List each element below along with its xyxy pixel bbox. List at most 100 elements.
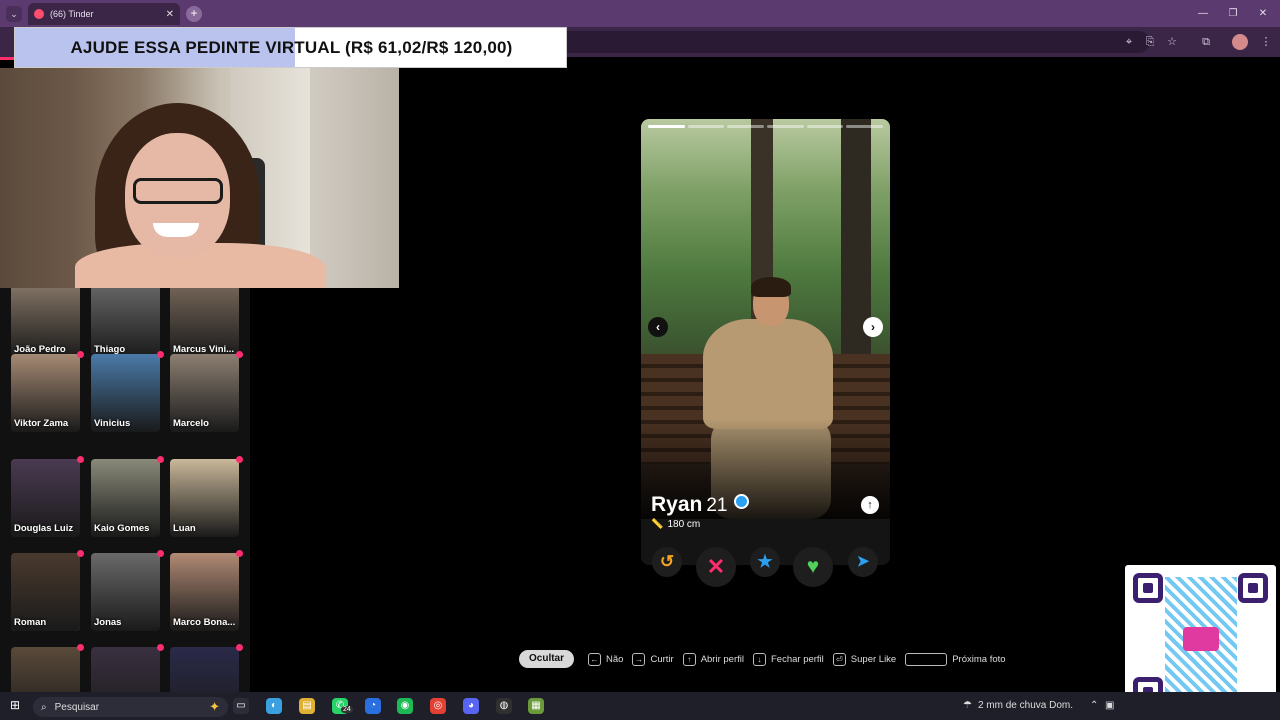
match-card[interactable]: Roman [11, 553, 80, 631]
shortcut-label: Não [606, 653, 624, 665]
donation-text: AJUDE ESSA PEDINTE VIRTUAL (R$ 61,02/R$ … [70, 38, 513, 57]
keyboard-shortcuts-bar: Ocultar ← Não → Curtir ↑ Abrir perfil ↓ Fechar … [519, 649, 1015, 669]
verified-badge-icon [733, 494, 749, 509]
obs-icon[interactable]: ◍ [496, 698, 512, 714]
boost-button[interactable]: ➤ [848, 547, 878, 577]
match-card[interactable] [91, 647, 160, 692]
match-card[interactable] [11, 647, 80, 692]
new-match-dot [77, 550, 84, 557]
photo-segment [648, 125, 685, 128]
task-view-icon[interactable]: ▭ [233, 698, 249, 714]
shortcut-label: Próxima foto [952, 653, 1006, 665]
match-photo [11, 647, 80, 692]
profile-avatar[interactable] [1232, 34, 1248, 50]
match-card[interactable]: Marcelo [170, 354, 239, 432]
profile-age: 21 [706, 495, 728, 516]
shortcut-key-icon: → [632, 652, 646, 666]
tab-search-dropdown-icon[interactable]: ⌄ [6, 6, 22, 22]
discord-icon[interactable]: ◕ [463, 698, 479, 714]
match-name: Viktor Zama [14, 418, 69, 429]
shortcut-key-icon: ⏎ [832, 652, 846, 666]
tray-chevron-icon[interactable]: ⌃ [1090, 700, 1098, 711]
bookmark-star-icon[interactable]: ☆ [1164, 34, 1180, 50]
new-match-dot [77, 351, 84, 358]
shortcut-key-icon: ← [588, 652, 602, 666]
minimize-button[interactable]: — [1193, 6, 1213, 22]
close-window-button[interactable]: ✕ [1253, 6, 1273, 22]
tab-title: (66) Tinder [50, 9, 94, 19]
photo-person-hair [751, 277, 791, 297]
whatsapp-badge: 24 [341, 706, 353, 713]
match-card[interactable]: Viktor Zama [11, 354, 80, 432]
edge-icon[interactable]: ◔ [365, 698, 381, 714]
file-explorer-icon[interactable]: ▤ [299, 698, 315, 714]
windows-start-icon[interactable]: ⊞ [10, 699, 23, 712]
new-match-dot [236, 550, 243, 557]
match-card[interactable]: Thiago [91, 288, 160, 358]
super-like-button[interactable]: ★ [750, 547, 780, 577]
shortcut-label: Super Like [850, 653, 897, 665]
match-name: Jonas [94, 617, 122, 628]
like-button[interactable]: ♥ [793, 547, 833, 587]
rewind-button[interactable]: ↺ [652, 547, 682, 577]
nope-button[interactable]: ✕ [696, 547, 736, 587]
profile-height-row: 📏 180 cm [651, 519, 700, 530]
rain-umbrella-icon: ☂ [963, 700, 972, 711]
location-icon[interactable]: ⌖ [1121, 34, 1137, 50]
donation-banner: AJUDE ESSA PEDINTE VIRTUAL (R$ 61,02/R$ … [14, 27, 567, 68]
photo-progress-segments [648, 125, 884, 128]
profile-photo[interactable] [641, 119, 890, 519]
install-app-icon[interactable]: ⎘ [1142, 34, 1158, 50]
search-placeholder: Pesquisar [54, 701, 100, 713]
hide-shortcuts-button[interactable]: Ocultar [519, 650, 575, 668]
minecraft-icon[interactable]: ▦ [528, 698, 544, 714]
match-card[interactable]: Douglas Luiz [11, 459, 80, 537]
new-match-dot [157, 550, 164, 557]
weather-text: 2 mm de chuva Dom. [977, 700, 1074, 711]
tinder-favicon-icon [34, 9, 44, 19]
taskbar-search-input[interactable]: ⌕ Pesquisar ✦ [33, 697, 228, 717]
match-card[interactable]: Vinicius [91, 354, 160, 432]
chrome-icon[interactable]: ◎ [430, 698, 446, 714]
browser-tab-tinder[interactable]: (66) Tinder ✕ [28, 3, 180, 25]
webcam-overlay [0, 68, 399, 288]
restore-button[interactable]: ❐ [1223, 6, 1243, 22]
matches-grid: João Pedro Thiago Marcus Vini... Viktor Zam… [0, 288, 250, 692]
new-match-dot [77, 644, 84, 651]
match-name: Marcelo [173, 418, 209, 429]
weather-widget[interactable]: ☂ 2 mm de chuva Dom. [963, 700, 1073, 711]
match-card[interactable]: Jonas [91, 553, 160, 631]
copilot-spark-icon: ✦ [209, 699, 220, 714]
profile-name-row: Ryan 21 [651, 493, 749, 517]
photo-segment [727, 125, 765, 128]
next-photo-button[interactable]: › [863, 317, 883, 337]
photo-person-body [703, 319, 833, 429]
shortcut-key-icon: ↓ [752, 652, 766, 666]
tray-network-icon[interactable]: ▣ [1105, 700, 1114, 711]
photo-segment [767, 125, 804, 128]
copilot-icon[interactable]: ◐ [266, 698, 282, 714]
previous-photo-button[interactable]: ‹ [648, 317, 668, 337]
open-profile-icon[interactable]: ↑ [861, 496, 879, 514]
spotify-icon[interactable]: ◉ [397, 698, 413, 714]
match-card[interactable]: Marco Bona... [170, 553, 239, 631]
match-card[interactable]: João Pedro [11, 288, 80, 358]
qr-finder [1238, 573, 1268, 603]
match-card[interactable] [170, 647, 239, 692]
photo-segment [806, 125, 844, 128]
match-card[interactable]: Marcus Vini... [170, 288, 239, 358]
profile-card[interactable]: ‹ › Ryan 21 📏 180 cm ↑ [641, 119, 890, 565]
browser-menu-icon[interactable]: ⋮ [1258, 34, 1274, 50]
new-match-dot [236, 351, 243, 358]
webcam-glasses [133, 178, 223, 204]
match-card[interactable]: Luan [170, 459, 239, 537]
extensions-icon[interactable]: ⧉ [1198, 34, 1214, 50]
new-tab-button[interactable]: + [186, 6, 202, 22]
match-name: Luan [173, 523, 196, 534]
match-card[interactable]: Kaio Gomes [91, 459, 160, 537]
match-name: Marco Bona... [173, 617, 236, 628]
shortcut-label: Fechar perfil [770, 653, 824, 665]
photo-segment [846, 125, 884, 128]
tab-close-icon[interactable]: ✕ [166, 9, 174, 20]
shortcut-key-icon [905, 652, 948, 666]
